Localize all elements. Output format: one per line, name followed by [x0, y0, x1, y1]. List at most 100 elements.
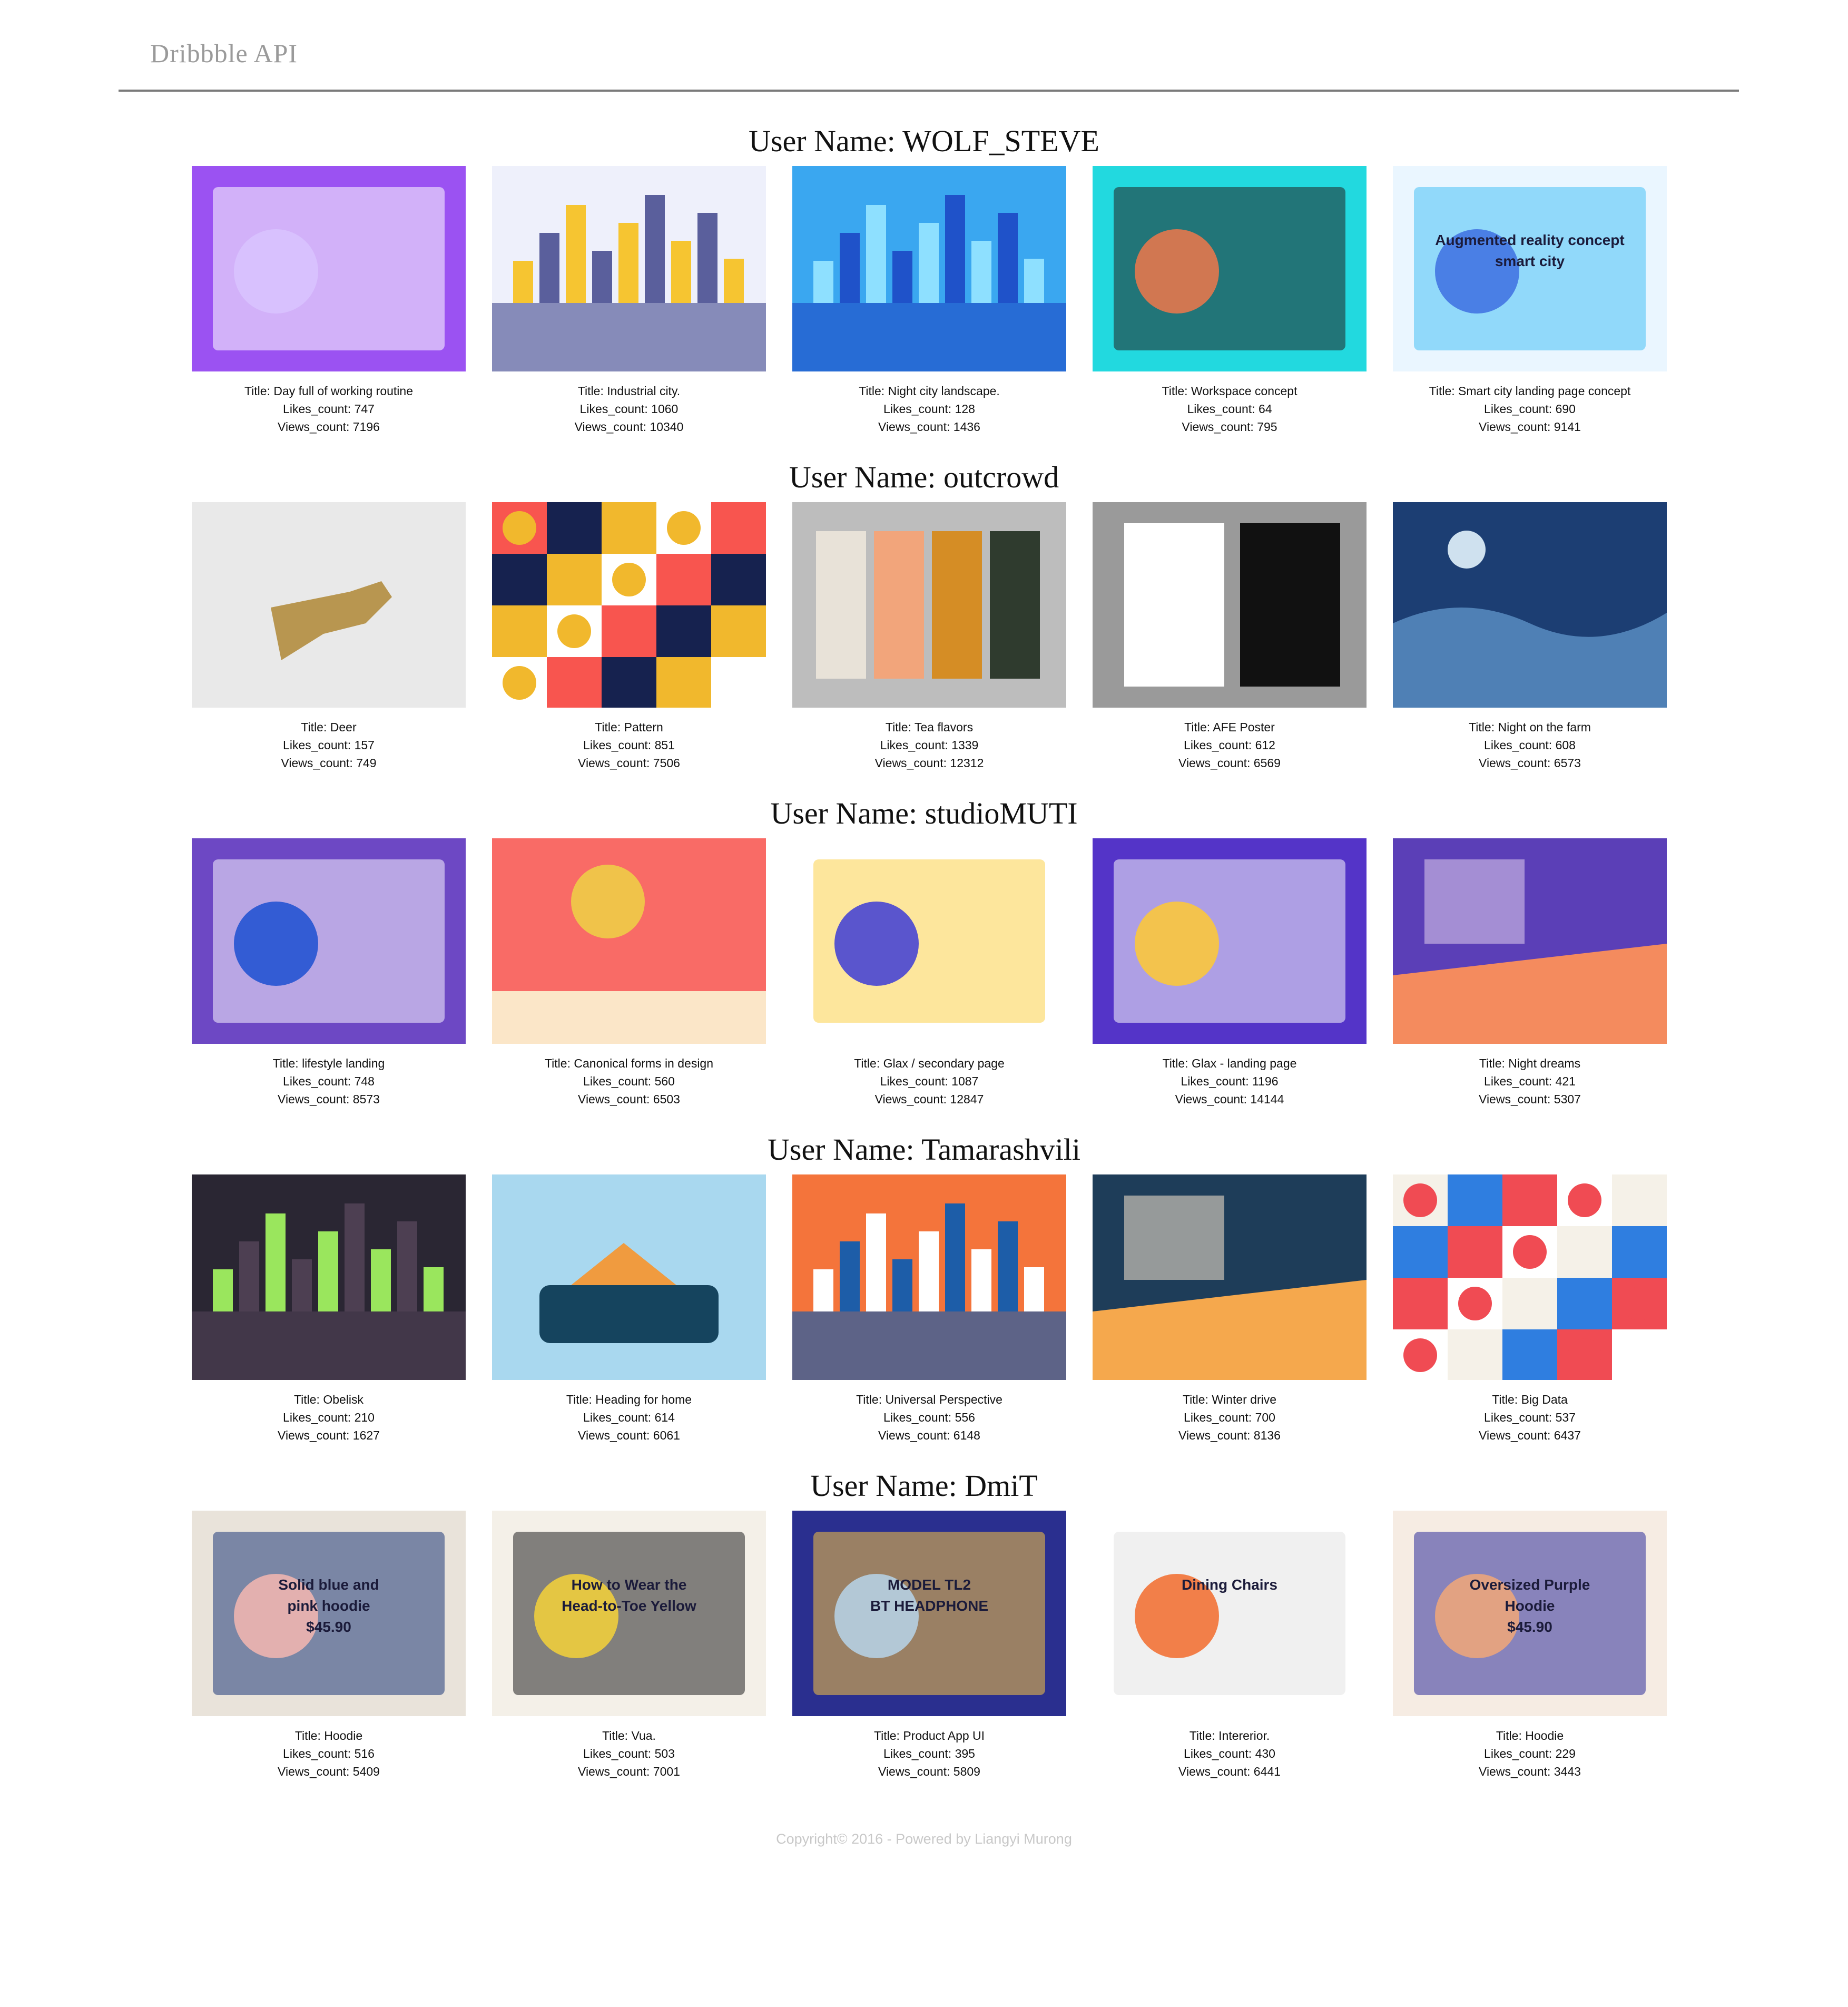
- shot-card[interactable]: Augmented reality concept smart city Title…: [1393, 166, 1667, 434]
- shot-thumbnail-van-with-christmas-tree[interactable]: [492, 1174, 766, 1380]
- shot-thumbnail-night-dreams-illustration[interactable]: [1393, 838, 1667, 1044]
- shot-likes: Likes_count: 516: [192, 1745, 466, 1763]
- shot-image-text: smart city: [1495, 253, 1565, 269]
- shot-card[interactable]: Title: Workspace concept Likes_count: 64 V…: [1093, 166, 1367, 434]
- shot-views-prefix: Views_count:: [278, 420, 353, 434]
- shot-views: Views_count: 1436: [792, 418, 1066, 436]
- shot-meta: Title: Winter drive Likes_count: 700 Views…: [1093, 1391, 1367, 1444]
- shot-views: Views_count: 6503: [492, 1090, 766, 1108]
- shot-card[interactable]: Title: AFE Poster Likes_count: 612 Views_c…: [1093, 502, 1367, 770]
- shot-title-prefix: Title:: [859, 384, 888, 398]
- shot-likes-value: 210: [354, 1411, 375, 1424]
- shot-thumbnail-lifestyle-landing-page[interactable]: [192, 838, 466, 1044]
- shot-image-text: MODEL TL2: [888, 1577, 971, 1593]
- shot-views-value: 5809: [953, 1765, 980, 1778]
- shot-title-value: Night city landscape.: [888, 384, 1000, 398]
- shot-meta: Title: Vua. Likes_count: 503 Views_count: …: [492, 1727, 766, 1780]
- shots-row: Title: Deer Likes_count: 157 Views_count: …: [192, 502, 1667, 770]
- shot-card[interactable]: Title: Big Data Likes_count: 537 Views_cou…: [1393, 1174, 1667, 1442]
- shot-thumbnail-augmented-reality-landing-page[interactable]: Augmented reality concept smart city: [1393, 166, 1667, 371]
- shot-image-text: $45.90: [306, 1619, 351, 1635]
- shot-likes-prefix: Likes_count:: [1484, 1074, 1556, 1088]
- shot-thumbnail-isometric-workspace-desk-illustration[interactable]: [1093, 166, 1367, 371]
- shot-card[interactable]: Title: Heading for home Likes_count: 614 V…: [492, 1174, 766, 1442]
- shot-thumbnail-interior-dining-chairs-page[interactable]: Dining Chairs: [1093, 1511, 1367, 1716]
- shot-title-value: Winter drive: [1212, 1393, 1277, 1406]
- shot-card[interactable]: Title: Pattern Likes_count: 851 Views_coun…: [492, 502, 766, 770]
- shot-views: Views_count: 10340: [492, 418, 766, 436]
- shot-thumbnail-obelisk-isometric-city[interactable]: [192, 1174, 466, 1380]
- shot-likes-value: 748: [354, 1074, 375, 1088]
- shot-thumbnail-typographic-poster-mockup[interactable]: [1093, 502, 1367, 708]
- shot-card[interactable]: Title: Night city landscape. Likes_count:…: [792, 166, 1066, 434]
- shot-thumbnail-colorful-city-illustration[interactable]: [792, 1174, 1066, 1380]
- shot-thumbnail-workstation-isometric-illustration[interactable]: [192, 166, 466, 371]
- shot-card[interactable]: Title: Night dreams Likes_count: 421 Views…: [1393, 838, 1667, 1106]
- shot-thumbnail-isometric-industrial-city-illustration[interactable]: [492, 166, 766, 371]
- shot-card[interactable]: Oversized Purple Hoodie $45.90 Title: Hoodi…: [1393, 1511, 1667, 1778]
- shot-thumbnail-fashion-blog-page[interactable]: How to Wear the Head-to-Toe Yellow: [492, 1511, 766, 1716]
- shot-likes: Likes_count: 747: [192, 400, 466, 418]
- shot-likes-prefix: Likes_count:: [579, 402, 652, 416]
- shot-views-prefix: Views_count:: [1479, 1428, 1554, 1442]
- shot-thumbnail-deer-illustration[interactable]: [192, 502, 466, 708]
- shot-card[interactable]: Title: Canonical forms in design Likes_co…: [492, 838, 766, 1106]
- user-name-value: outcrowd: [943, 460, 1059, 494]
- shot-thumbnail-hoodie-store-page[interactable]: Solid blue and pink hoodie $45.90: [192, 1511, 466, 1716]
- shot-likes-prefix: Likes_count:: [1484, 1411, 1556, 1424]
- shot-card[interactable]: Title: Universal Perspective Likes_count:…: [792, 1174, 1066, 1442]
- shot-card[interactable]: Title: Deer Likes_count: 157 Views_count: …: [192, 502, 466, 770]
- shot-card[interactable]: Title: Tea flavors Likes_count: 1339 Views…: [792, 502, 1066, 770]
- shot-likes-prefix: Likes_count:: [1181, 1074, 1253, 1088]
- shot-card[interactable]: Title: Day full of working routine Likes_…: [192, 166, 466, 434]
- shot-thumbnail-oversized-hoodie-store-page[interactable]: Oversized Purple Hoodie $45.90: [1393, 1511, 1667, 1716]
- shot-thumbnail-tea-packaging-mockup[interactable]: [792, 502, 1066, 708]
- shot-likes-value: 503: [654, 1747, 675, 1760]
- shot-meta: Title: Big Data Likes_count: 537 Views_cou…: [1393, 1391, 1667, 1444]
- shot-thumbnail-space-website-landing-page[interactable]: [1093, 838, 1367, 1044]
- shot-thumbnail-space-website-secondary-page[interactable]: [792, 838, 1066, 1044]
- user-section: User Name: WOLF_STEVE Title: Day full of …: [0, 121, 1848, 458]
- shot-views-value: 6437: [1554, 1428, 1581, 1442]
- shot-card[interactable]: Dining Chairs Title: Intererior. Likes_cou…: [1093, 1511, 1367, 1778]
- site-title[interactable]: Dribbble API: [150, 38, 298, 68]
- shot-likes-value: 612: [1255, 738, 1275, 752]
- shot-views: Views_count: 795: [1093, 418, 1367, 436]
- shot-title-value: AFE Poster: [1213, 720, 1275, 734]
- shot-likes-value: 64: [1258, 402, 1272, 416]
- shot-thumbnail-product-app-ui[interactable]: MODEL TL2 BT HEADPHONE: [792, 1511, 1066, 1716]
- shot-title-prefix: Title:: [873, 1729, 903, 1742]
- shot-views-prefix: Views_count:: [578, 1092, 653, 1106]
- shot-title: Title: Tea flavors: [792, 718, 1066, 736]
- shot-views: Views_count: 12847: [792, 1090, 1066, 1108]
- shot-thumbnail-big-data-illustration[interactable]: [1393, 1174, 1667, 1380]
- shot-likes: Likes_count: 700: [1093, 1408, 1367, 1426]
- shot-card[interactable]: Title: Night on the farm Likes_count: 608…: [1393, 502, 1667, 770]
- shots-row: Title: lifestyle landing Likes_count: 748…: [192, 838, 1667, 1106]
- shot-card[interactable]: Title: Obelisk Likes_count: 210 Views_coun…: [192, 1174, 466, 1442]
- shot-views-prefix: Views_count:: [578, 1765, 653, 1778]
- shot-title: Title: Night dreams: [1393, 1054, 1667, 1072]
- shot-thumbnail-winter-drive-illustration[interactable]: [1093, 1174, 1367, 1380]
- shot-card[interactable]: How to Wear the Head-to-Toe Yellow Title: …: [492, 1511, 766, 1778]
- shot-card[interactable]: Solid blue and pink hoodie $45.90 Title: Ho…: [192, 1511, 466, 1778]
- shot-title: Title: Big Data: [1393, 1391, 1667, 1408]
- user-name-prefix: User Name:: [767, 1132, 922, 1167]
- shot-thumbnail-geometric-pattern[interactable]: [492, 502, 766, 708]
- shot-card[interactable]: MODEL TL2 BT HEADPHONE Title: Product App …: [792, 1511, 1066, 1778]
- shot-card[interactable]: Title: lifestyle landing Likes_count: 748…: [192, 838, 466, 1106]
- user-name-heading: User Name: WOLF_STEVE: [0, 121, 1848, 161]
- shot-thumbnail-canonical-forms-illustration[interactable]: [492, 838, 766, 1044]
- shot-likes: Likes_count: 210: [192, 1408, 466, 1426]
- shot-title-prefix: Title:: [1496, 1729, 1526, 1742]
- shot-card[interactable]: Title: Winter drive Likes_count: 700 Views…: [1093, 1174, 1367, 1442]
- user-name-heading: User Name: DmiT: [0, 1466, 1848, 1505]
- shot-likes: Likes_count: 608: [1393, 736, 1667, 754]
- shot-card[interactable]: Title: Industrial city. Likes_count: 1060…: [492, 166, 766, 434]
- shot-likes-value: 1339: [951, 738, 979, 752]
- shot-thumbnail-night-farm-landscape[interactable]: [1393, 502, 1667, 708]
- shot-card[interactable]: Title: Glax - landing page Likes_count: 1…: [1093, 838, 1367, 1106]
- user-name-heading: User Name: Tamarashvili: [0, 1130, 1848, 1169]
- shot-thumbnail-night-city-skyline-illustration[interactable]: [792, 166, 1066, 371]
- shot-card[interactable]: Title: Glax / secondary page Likes_count:…: [792, 838, 1066, 1106]
